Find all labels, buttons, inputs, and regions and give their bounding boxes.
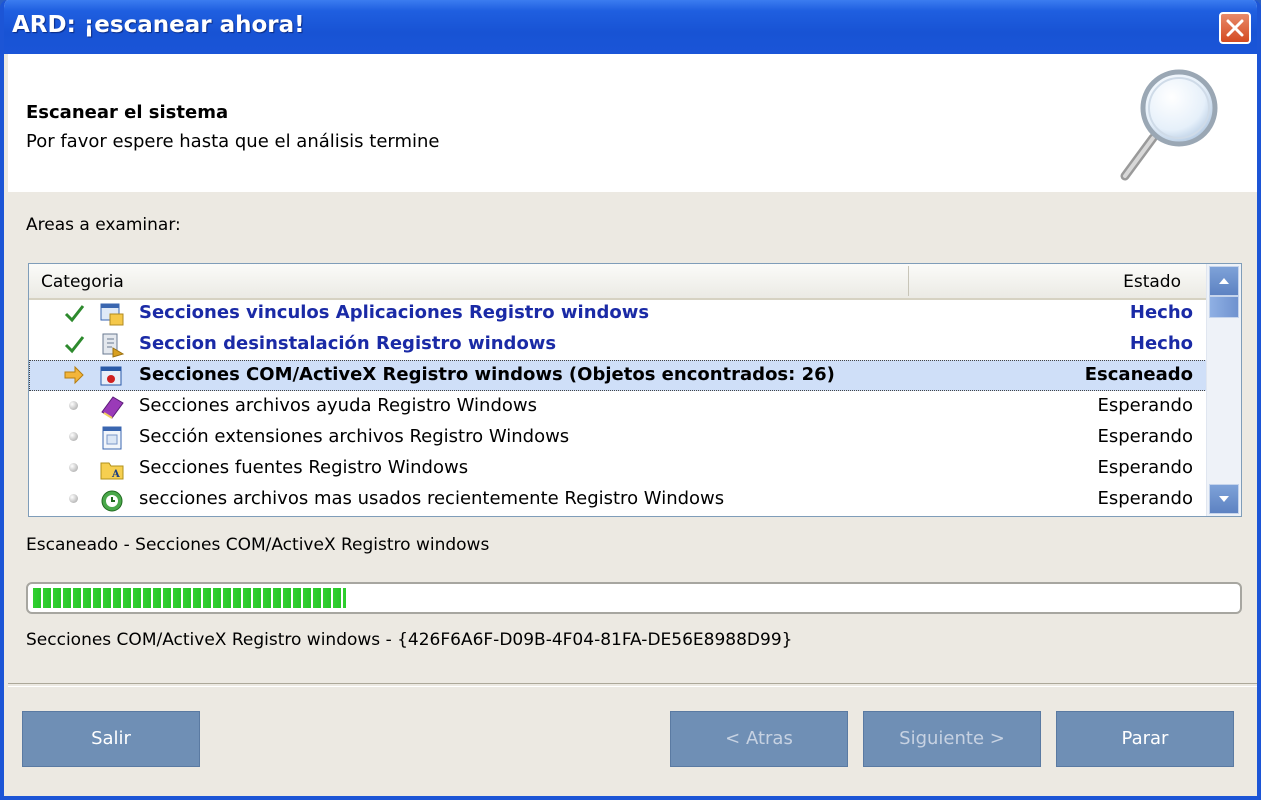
footer-divider [8, 683, 1257, 687]
magnifier-icon [1120, 69, 1218, 181]
scroll-thumb[interactable] [1209, 296, 1239, 318]
pending-dot-icon [69, 401, 78, 410]
checkmark-icon [64, 305, 85, 323]
list-item[interactable]: Secciones COM/ActiveX Registro windows (… [29, 360, 1207, 391]
column-divider[interactable] [908, 266, 909, 296]
arrow-right-icon [64, 365, 84, 385]
scroll-down-button[interactable] [1209, 484, 1239, 514]
scan-detail-text: Secciones COM/ActiveX Registro windows -… [26, 630, 793, 650]
list-header: Categoria Estado [29, 264, 1207, 300]
list-item-state: Escaneado [1084, 364, 1193, 385]
title-bar[interactable]: ARD: ¡escanear ahora! [4, 0, 1257, 54]
list-item-state: Esperando [1097, 395, 1193, 416]
fonts-folder-icon: A [100, 462, 124, 480]
window-title: ARD: ¡escanear ahora! [12, 12, 305, 38]
svg-text:A: A [111, 469, 120, 480]
list-item-label: Secciones fuentes Registro Windows [139, 457, 469, 478]
stop-button[interactable]: Parar [1056, 711, 1234, 767]
list-item-label: Seccion desinstalación Registro windows [139, 333, 557, 354]
column-header-state[interactable]: Estado [1123, 272, 1181, 292]
arrow-down-icon [1219, 496, 1229, 502]
checkmark-icon [64, 336, 85, 354]
list-item-state: Hecho [1129, 302, 1193, 323]
list-item-state: Esperando [1097, 426, 1193, 447]
list-item-state: Esperando [1097, 488, 1193, 509]
close-button[interactable] [1219, 12, 1251, 44]
application-links-icon [100, 303, 124, 326]
scan-areas-list[interactable]: Categoria Estado Secciones vinculos Apli… [28, 263, 1242, 517]
list-item[interactable]: Secciones archivos ayuda Registro Window… [29, 391, 1207, 422]
list-item[interactable]: Secciones vinculos Aplicaciones Registro… [29, 298, 1207, 329]
column-header-category[interactable]: Categoria [41, 272, 124, 292]
pending-dot-icon [69, 494, 78, 503]
page-subtitle: Por favor espere hasta que el análisis t… [26, 131, 440, 152]
uninstall-icon [102, 333, 125, 358]
arrow-up-icon [1219, 278, 1229, 284]
list-scrollbar[interactable] [1206, 264, 1241, 516]
activex-icon [100, 366, 122, 386]
exit-button[interactable]: Salir [22, 711, 200, 767]
close-icon [1226, 19, 1244, 37]
pending-dot-icon [69, 463, 78, 472]
list-item-label: Sección extensiones archivos Registro Wi… [139, 426, 570, 447]
list-item[interactable]: Sección extensiones archivos Registro Wi… [29, 422, 1207, 453]
list-item[interactable]: secciones archivos mas usados recienteme… [29, 484, 1207, 515]
pending-dot-icon [69, 432, 78, 441]
file-extension-icon [102, 426, 122, 450]
scan-dialog-window: ARD: ¡escanear ahora! Escanear el sistem… [0, 0, 1261, 800]
page-title: Escanear el sistema [26, 102, 229, 123]
list-item-label: Secciones vinculos Aplicaciones Registro… [139, 302, 650, 323]
areas-label: Areas a examinar: [26, 215, 181, 235]
list-item-state: Hecho [1129, 333, 1193, 354]
list-item-label: Secciones COM/ActiveX Registro windows (… [139, 364, 835, 385]
list-item-label: secciones archivos mas usados recienteme… [139, 488, 725, 509]
list-item[interactable]: A Secciones fuentes Registro Windows Esp… [29, 453, 1207, 484]
progress-fill [33, 588, 346, 608]
back-button[interactable]: < Atras [670, 711, 848, 767]
scroll-up-button[interactable] [1209, 266, 1239, 296]
list-item-label: Secciones archivos ayuda Registro Window… [139, 395, 537, 416]
help-book-icon [101, 396, 124, 419]
wizard-header: Escanear el sistema Por favor espere has… [8, 54, 1257, 192]
list-item[interactable]: Seccion desinstalación Registro windows … [29, 329, 1207, 360]
list-item-state: Esperando [1097, 457, 1193, 478]
scan-progress-bar [26, 582, 1242, 614]
next-button[interactable]: Siguiente > [863, 711, 1041, 767]
recent-files-icon [101, 490, 123, 512]
scan-status-text: Escaneado - Secciones COM/ActiveX Regist… [26, 535, 490, 555]
